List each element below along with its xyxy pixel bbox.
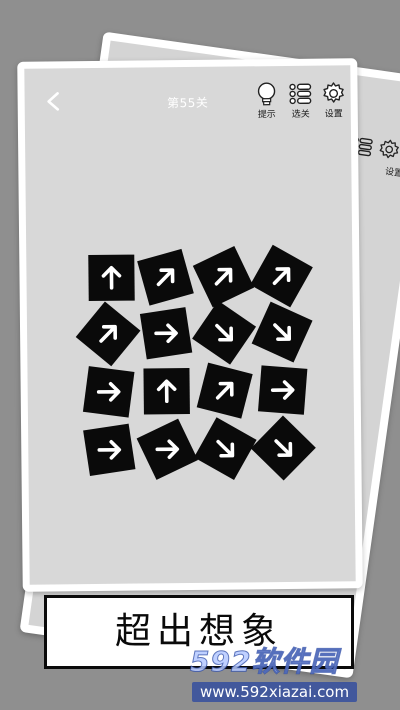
gear-icon <box>323 82 344 103</box>
arrow-up-right-icon <box>156 268 175 287</box>
gear-icon <box>379 139 399 159</box>
arrow-down-right-icon <box>273 323 292 341</box>
arrow-down-right-icon <box>274 439 293 457</box>
watermark: 592软件园 www.592xiazai.com <box>189 640 395 706</box>
arrow-up-right-icon <box>214 267 233 286</box>
arrow-tile[interactable] <box>251 301 313 363</box>
settings-button[interactable]: 设置 <box>316 81 350 120</box>
arrow-tile[interactable] <box>137 248 194 306</box>
level-select-button[interactable]: 选关 <box>283 82 317 120</box>
arrow-tile-grid <box>75 244 322 493</box>
lightbulb-icon <box>257 82 276 106</box>
arrow-tile[interactable] <box>192 245 255 308</box>
arrow-tile[interactable] <box>250 244 313 308</box>
arrow-tile[interactable] <box>192 300 257 365</box>
hint-button[interactable]: 提示 <box>249 82 283 120</box>
arrow-tile[interactable] <box>82 366 135 418</box>
arrow-right-icon <box>270 380 295 400</box>
arrow-tile[interactable] <box>250 415 316 481</box>
watermark-brand: 592软件园 <box>189 645 339 679</box>
settings-label: 设置 <box>324 109 343 120</box>
game-screen: 设置 第55关 提示 选关 设置 超出想象 592软件园 www.592xiaz… <box>0 0 400 710</box>
level-select-label: 选关 <box>291 109 310 120</box>
arrow-up-right-icon <box>272 267 291 285</box>
arrow-right-icon <box>154 323 178 344</box>
arrow-tile[interactable] <box>143 368 190 415</box>
arrow-down-right-icon <box>215 323 234 342</box>
back-card-settings-label: 设置 <box>384 167 400 180</box>
level-list-icon <box>289 83 312 105</box>
watermark-url: www.592xiazai.com <box>192 682 358 702</box>
arrow-up-right-icon <box>99 324 118 343</box>
arrow-tile[interactable] <box>193 417 257 480</box>
arrow-right-icon <box>155 439 180 460</box>
arrow-tile[interactable] <box>83 423 136 477</box>
arrow-tile[interactable] <box>75 301 141 367</box>
arrow-right-icon <box>96 382 121 402</box>
game-card: 第55关 提示 选关 设置 <box>17 58 363 592</box>
arrow-tile[interactable] <box>136 418 198 480</box>
arrow-tile[interactable] <box>196 362 253 419</box>
arrow-right-icon <box>97 440 122 460</box>
arrow-tile[interactable] <box>139 307 193 360</box>
arrow-tile[interactable] <box>88 254 135 302</box>
arrow-up-icon <box>101 266 122 290</box>
hint-label: 提示 <box>257 110 276 121</box>
arrow-up-icon <box>156 379 177 404</box>
arrow-up-right-icon <box>215 381 234 400</box>
arrow-down-right-icon <box>216 439 235 458</box>
arrow-tile[interactable] <box>257 365 308 415</box>
